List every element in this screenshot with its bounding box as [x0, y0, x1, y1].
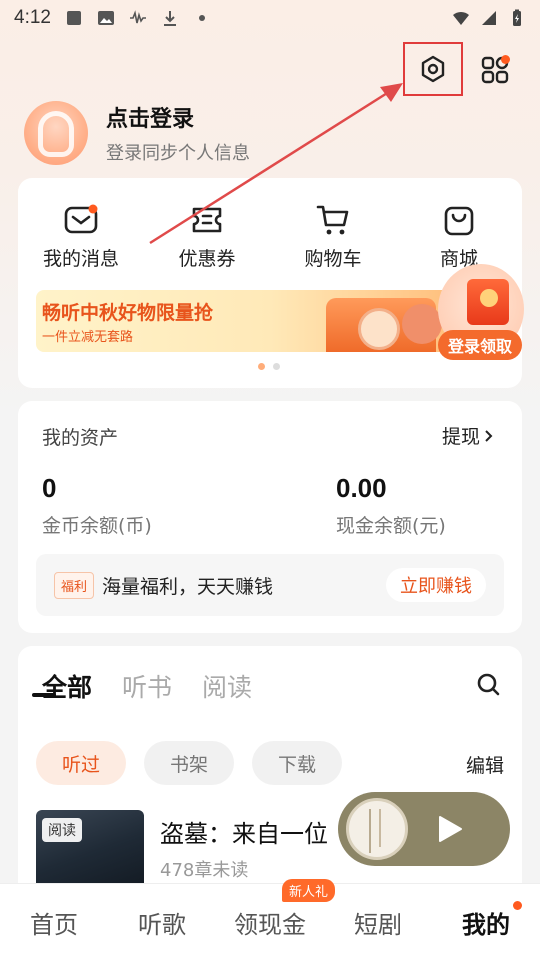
assets-card: 我的资产 提现 0 金币余额(币) 0.00 现金余额(元) 福利 海量福利，天… — [18, 401, 522, 633]
chevron-right-icon — [485, 429, 493, 442]
edit-button[interactable]: 编辑 — [466, 751, 504, 778]
battery-icon — [513, 9, 521, 26]
image-icon — [97, 11, 114, 25]
quick-actions-card: 我的消息 优惠券 购物车 商城 畅听中秋好物限量抢 一件立减无套路 登录领取 — [18, 178, 524, 388]
nav-cash-label: 领现金 — [234, 910, 306, 939]
settings-icon[interactable] — [418, 54, 448, 84]
new-user-gift-badge: 新人礼 — [282, 878, 336, 902]
carousel-indicator — [258, 363, 280, 370]
welfare-banner[interactable]: 福利 海量福利，天天赚钱 立即赚钱 — [36, 554, 504, 616]
chip-listened[interactable]: 听过 — [36, 741, 126, 785]
banner-mooncake-image — [358, 308, 400, 350]
banner-subtitle: 一件立减无套路 — [42, 330, 134, 345]
quick-item-cart[interactable]: 购物车 — [283, 204, 383, 271]
library-tabs: 全部 听书 阅读 — [42, 668, 252, 704]
welfare-text: 海量福利，天天赚钱 — [102, 575, 274, 598]
download-icon — [163, 11, 176, 26]
coupon-icon — [192, 207, 222, 233]
nav-mine-label: 我的 — [462, 910, 510, 939]
wifi-icon — [453, 11, 469, 25]
carousel-dot-active — [258, 363, 265, 370]
play-icon[interactable] — [436, 814, 464, 844]
quick-item-coupons[interactable]: 优惠券 — [157, 204, 257, 271]
cart-icon — [316, 205, 349, 235]
bottom-navigation: 首页 听歌 领现金 新人礼 短剧 我的 — [0, 878, 540, 960]
tab-audiobooks[interactable]: 听书 — [122, 668, 172, 704]
cash-label: 现金余额(元) — [336, 515, 446, 537]
book-progress: 478章未读 — [160, 860, 249, 881]
coins-value[interactable]: 0 — [42, 473, 56, 504]
status-time: 4:12 — [14, 7, 51, 28]
quick-label-coupons: 优惠券 — [178, 248, 236, 270]
nav-mine[interactable]: 我的 — [436, 900, 536, 940]
withdraw-link[interactable]: 提现 — [442, 422, 494, 449]
login-title[interactable]: 点击登录 — [106, 101, 250, 133]
withdraw-label: 提现 — [441, 426, 480, 448]
cash-value[interactable]: 0.00 — [336, 473, 387, 504]
banner-title: 畅听中秋好物限量抢 — [42, 302, 214, 324]
banner-gift-image — [402, 304, 442, 344]
promo-banner[interactable]: 畅听中秋好物限量抢 一件立减无套路 — [36, 290, 506, 352]
tab-all[interactable]: 全部 — [42, 668, 92, 704]
quick-label-messages: 我的消息 — [42, 248, 119, 270]
filter-chips: 听过 书架 下载 — [36, 741, 342, 785]
quick-item-mall[interactable]: 商城 — [409, 204, 509, 271]
avatar[interactable] — [24, 101, 88, 165]
quick-item-messages[interactable]: 我的消息 — [31, 204, 131, 271]
nav-cash[interactable]: 领现金 新人礼 — [220, 878, 336, 940]
coins-label: 金币余额(币) — [42, 515, 152, 537]
earn-now-button[interactable]: 立即赚钱 — [386, 568, 486, 602]
apps-notification-dot — [501, 55, 510, 64]
dot-icon — [198, 15, 205, 21]
book-tag: 阅读 — [42, 818, 82, 842]
book-title[interactable]: 盗墓：来自一位 — [160, 814, 328, 849]
carousel-dot — [273, 363, 280, 370]
player-cover[interactable] — [346, 798, 408, 860]
search-icon[interactable] — [476, 672, 502, 698]
assets-title: 我的资产 — [42, 427, 119, 449]
profile-header[interactable]: 点击登录 登录同步个人信息 — [24, 101, 250, 165]
nav-home[interactable]: 首页 — [4, 905, 104, 940]
status-bar: 4:12 — [0, 0, 540, 36]
notification-square-icon — [66, 11, 81, 25]
login-claim-button[interactable]: 登录领取 — [438, 330, 522, 360]
tab-reading[interactable]: 阅读 — [202, 668, 252, 704]
mail-icon — [64, 204, 98, 234]
chip-downloads[interactable]: 下载 — [252, 741, 342, 785]
nav-mine-dot — [513, 900, 522, 910]
chip-bookshelf[interactable]: 书架 — [144, 741, 234, 785]
nav-music[interactable]: 听歌 — [112, 905, 212, 940]
audio-wave-icon — [129, 10, 146, 24]
signal-icon — [482, 11, 496, 25]
quick-label-cart: 购物车 — [304, 248, 362, 270]
shopping-bag-icon — [444, 206, 474, 236]
nav-short-drama[interactable]: 短剧 — [328, 905, 428, 940]
coin-icon — [480, 289, 498, 307]
login-subtitle: 登录同步个人信息 — [106, 143, 250, 164]
welfare-badge: 福利 — [54, 571, 95, 599]
active-tab-indicator — [32, 693, 56, 697]
floating-player[interactable] — [338, 792, 510, 866]
